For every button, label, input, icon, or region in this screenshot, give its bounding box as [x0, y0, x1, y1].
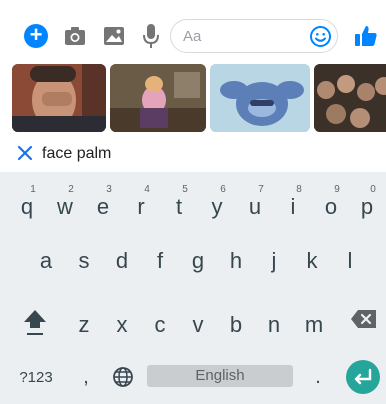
key-y[interactable]: 6y: [200, 180, 234, 224]
close-icon[interactable]: [16, 144, 34, 162]
gif-result[interactable]: [314, 64, 386, 132]
key-q[interactable]: 1q: [10, 180, 44, 224]
key-f[interactable]: f: [143, 234, 177, 278]
key-h[interactable]: h: [219, 234, 253, 278]
microphone-icon[interactable]: [142, 23, 160, 49]
gif-search-bar: face palm: [0, 140, 386, 168]
shift-icon[interactable]: [18, 304, 52, 338]
gif-result[interactable]: [12, 64, 106, 132]
plus-circle-icon[interactable]: +: [24, 23, 48, 48]
space-bar[interactable]: English: [147, 365, 293, 387]
key-d[interactable]: d: [105, 234, 139, 278]
message-input-placeholder: Aa: [183, 28, 202, 45]
key-i[interactable]: 8i: [276, 180, 310, 224]
smiley-icon[interactable]: [310, 26, 331, 47]
period-key[interactable]: .: [308, 366, 328, 388]
message-composer: + Aa: [0, 0, 386, 62]
key-n[interactable]: n: [257, 298, 291, 342]
key-t[interactable]: 5t: [162, 180, 196, 224]
enter-button[interactable]: [346, 360, 380, 394]
search-query[interactable]: face palm: [42, 145, 111, 163]
key-b[interactable]: b: [219, 298, 253, 342]
gif-result[interactable]: [210, 64, 310, 132]
key-s[interactable]: s: [67, 234, 101, 278]
key-z[interactable]: z: [67, 298, 101, 342]
key-v[interactable]: v: [181, 298, 215, 342]
key-c[interactable]: c: [143, 298, 177, 342]
globe-icon[interactable]: [112, 366, 134, 388]
key-k[interactable]: k: [295, 234, 329, 278]
key-r[interactable]: 4r: [124, 180, 158, 224]
keyboard: 1q 2w 3e 4r 5t 6y 7u 8i 9o 0p a s d f g …: [0, 172, 386, 404]
image-icon[interactable]: [103, 25, 125, 47]
key-w[interactable]: 2w: [48, 180, 82, 224]
key-g[interactable]: g: [181, 234, 215, 278]
gif-result[interactable]: [110, 64, 206, 132]
gif-results: [0, 64, 386, 134]
key-a[interactable]: a: [29, 234, 63, 278]
key-x[interactable]: x: [105, 298, 139, 342]
message-input[interactable]: Aa: [170, 19, 338, 53]
backspace-icon[interactable]: [350, 308, 378, 330]
key-p[interactable]: 0p: [350, 180, 384, 224]
key-j[interactable]: j: [257, 234, 291, 278]
symbols-key[interactable]: ?123: [16, 368, 56, 388]
camera-icon[interactable]: [64, 25, 86, 47]
thumbs-up-icon[interactable]: [354, 24, 378, 48]
key-u[interactable]: 7u: [238, 180, 272, 224]
comma-key[interactable]: ,: [76, 366, 96, 388]
key-e[interactable]: 3e: [86, 180, 120, 224]
key-l[interactable]: l: [333, 234, 367, 278]
key-m[interactable]: m: [297, 298, 331, 342]
key-o[interactable]: 9o: [314, 180, 348, 224]
